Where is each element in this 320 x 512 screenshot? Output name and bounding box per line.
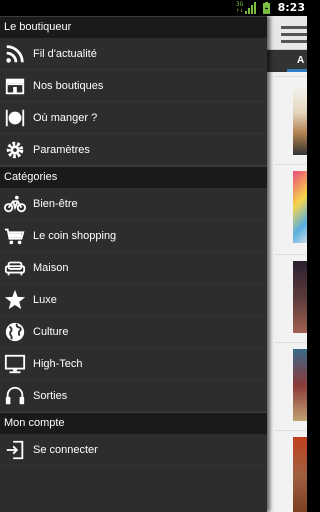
drawer-item-label: Nos boutiques bbox=[33, 79, 104, 92]
globe-icon bbox=[0, 316, 30, 348]
drawer-item-label: Maison bbox=[33, 261, 69, 274]
drawer-item-ou-manger[interactable]: Où manger ? bbox=[0, 102, 267, 134]
drawer-item-parametres[interactable]: Paramètres bbox=[0, 134, 267, 166]
drawer-item-label: Le coin shopping bbox=[33, 229, 117, 242]
drawer-item-fil-actualite[interactable]: Fil d'actualité bbox=[0, 38, 267, 70]
drawer-item-label: Culture bbox=[33, 325, 69, 338]
gear-icon bbox=[0, 134, 30, 166]
drawer-item-se-connecter[interactable]: Se connecter bbox=[0, 434, 267, 466]
drawer-item-bien-etre[interactable]: Bien-être bbox=[0, 188, 267, 220]
drawer-item-high-tech[interactable]: High-Tech bbox=[0, 348, 267, 380]
drawer-item-label: Luxe bbox=[33, 293, 57, 306]
battery-icon bbox=[263, 2, 270, 14]
clock: 8:23 bbox=[277, 1, 305, 14]
feed-item-thumbnail[interactable] bbox=[275, 254, 307, 340]
feed-item-thumbnail[interactable] bbox=[275, 430, 307, 512]
drawer-item-label: Sorties bbox=[33, 389, 68, 402]
rss-icon bbox=[0, 38, 30, 70]
cutlery-icon bbox=[0, 102, 30, 134]
shopping-cart-icon bbox=[0, 220, 30, 252]
feed-item-thumbnail[interactable] bbox=[275, 164, 307, 250]
tab-indicator bbox=[287, 69, 307, 72]
drawer-item-label: High-Tech bbox=[33, 357, 83, 370]
drawer-item-coin-shopping[interactable]: Le coin shopping bbox=[0, 220, 267, 252]
bicycle-icon bbox=[0, 188, 30, 220]
tab-label[interactable]: A bbox=[297, 55, 304, 66]
drawer-item-maison[interactable]: Maison bbox=[0, 252, 267, 284]
drawer-item-nos-boutiques[interactable]: Nos boutiques bbox=[0, 70, 267, 102]
navigation-drawer: Le boutiqueur Fil d'actualité Nos boutiq… bbox=[0, 16, 267, 512]
section-header-mon-compte: Mon compte bbox=[0, 412, 267, 434]
signal-icon bbox=[245, 2, 256, 14]
login-icon bbox=[0, 434, 30, 466]
drawer-item-sorties[interactable]: Sorties bbox=[0, 380, 267, 412]
drawer-item-culture[interactable]: Culture bbox=[0, 316, 267, 348]
headphones-icon bbox=[0, 380, 30, 412]
feed-item-thumbnail[interactable] bbox=[275, 342, 307, 428]
feed-item-thumbnail[interactable] bbox=[275, 76, 307, 162]
network-type-icon: 3G ↑↓ bbox=[236, 1, 244, 14]
drawer-item-label: Où manger ? bbox=[33, 111, 98, 124]
sofa-icon bbox=[0, 252, 30, 284]
menu-icon[interactable] bbox=[281, 26, 307, 47]
section-header-le-boutiqueur: Le boutiqueur bbox=[0, 16, 267, 38]
section-header-categories: Catégories bbox=[0, 166, 267, 188]
store-icon bbox=[0, 70, 30, 102]
drawer-item-label: Fil d'actualité bbox=[33, 47, 97, 60]
drawer-item-label: Bien-être bbox=[33, 197, 78, 210]
main-content: A bbox=[267, 16, 307, 512]
monitor-icon bbox=[0, 348, 30, 380]
drawer-item-label: Paramètres bbox=[33, 143, 90, 156]
drawer-item-luxe[interactable]: Luxe bbox=[0, 284, 267, 316]
status-bar: 3G ↑↓ 8:23 bbox=[0, 0, 307, 16]
drawer-item-label: Se connecter bbox=[33, 443, 98, 456]
tab-bar: A bbox=[267, 50, 307, 72]
action-bar bbox=[267, 16, 307, 50]
star-icon bbox=[0, 284, 30, 316]
